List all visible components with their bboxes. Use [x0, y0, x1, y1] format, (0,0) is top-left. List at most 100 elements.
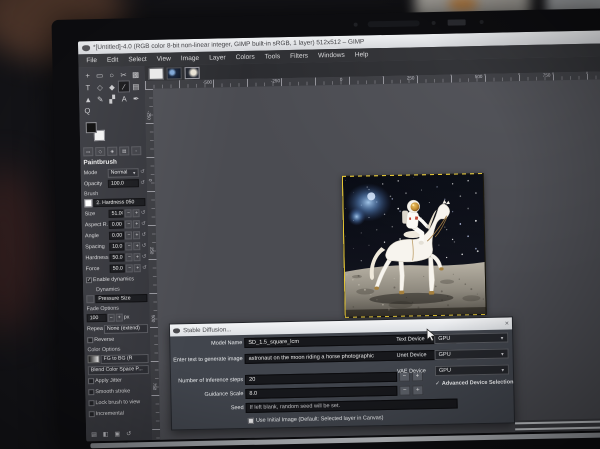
enable-dynamics-checkbox[interactable]: ✓ [86, 277, 92, 283]
seed-input[interactable] [246, 399, 458, 413]
gradient-dropdown[interactable]: FG to BG (R [101, 354, 149, 364]
foreground-color-swatch[interactable] [86, 122, 97, 133]
menu-colors[interactable]: Colors [232, 53, 259, 63]
smooth-stroke-checkbox[interactable] [88, 389, 94, 395]
opacity-slider[interactable]: 100.0 [108, 179, 140, 188]
reverse-checkbox[interactable] [87, 337, 93, 343]
reset-options-icon[interactable]: ↺ [126, 430, 131, 437]
menu-select[interactable]: Select [124, 55, 151, 65]
text-device-dropdown[interactable]: GPU ▼ [434, 332, 508, 344]
eraser-tool-icon[interactable]: ▤ [130, 80, 142, 92]
minus-icon[interactable]: − [399, 386, 410, 396]
minus-icon[interactable]: − [126, 253, 133, 261]
vae-device-dropdown[interactable]: GPU ▼ [435, 364, 509, 376]
smudge-tool-icon[interactable]: ▞ [106, 93, 118, 105]
dock-button-icon[interactable]: ◈ [107, 147, 117, 156]
use-initial-image-checkbox[interactable] [248, 418, 254, 424]
dock-button-icon[interactable]: ▫ [131, 146, 141, 155]
minus-icon[interactable]: − [108, 314, 115, 322]
menu-edit[interactable]: Edit [103, 56, 123, 65]
dock-button-icon[interactable]: ◇ [95, 147, 105, 156]
mode-reset-icon[interactable]: ↺ [140, 169, 145, 175]
mode-dropdown[interactable]: Normal▼ [108, 168, 140, 178]
plus-icon[interactable]: + [134, 264, 141, 272]
minus-icon[interactable]: − [125, 220, 132, 228]
brush-selector[interactable]: 2. Hardness 050 [93, 198, 145, 207]
rectangle-select-tool-icon[interactable]: ▭ [94, 69, 106, 81]
minus-icon[interactable]: − [125, 209, 132, 217]
ink-tool-icon[interactable]: ✒ [130, 92, 142, 104]
menu-filters[interactable]: Filters [286, 52, 312, 62]
save-options-icon[interactable]: ▤ [91, 431, 97, 438]
reset-icon[interactable]: ↺ [142, 265, 147, 271]
reset-icon[interactable]: ↺ [141, 232, 146, 238]
plus-icon[interactable]: + [134, 242, 141, 250]
delete-options-icon[interactable]: ▣ [114, 431, 120, 438]
crop-tool-icon[interactable]: ▩ [130, 68, 142, 80]
plus-icon[interactable]: + [133, 209, 140, 217]
text-tool-icon[interactable]: A [118, 92, 130, 104]
lock-brush-checkbox[interactable] [88, 400, 94, 406]
close-icon[interactable]: × [505, 320, 509, 327]
image-tab-active[interactable] [185, 66, 200, 78]
plus-icon[interactable]: + [412, 385, 423, 395]
plus-icon[interactable]: + [133, 220, 140, 228]
menu-tools[interactable]: Tools [261, 52, 285, 61]
free-select-tool-icon[interactable]: ○ [106, 69, 118, 81]
layer-selection-border[interactable] [342, 173, 487, 318]
color-swatches[interactable] [83, 119, 144, 144]
gradient-swatch[interactable] [88, 355, 100, 363]
bucket-fill-tool-icon[interactable]: ◆ [106, 81, 118, 93]
fade-unit[interactable]: px [124, 314, 130, 320]
dynamics-selector[interactable]: Pressure Size [95, 294, 147, 303]
scissors-tool-icon[interactable]: ✂ [118, 68, 130, 80]
dock-button-icon[interactable]: ▤ [119, 146, 129, 155]
repeat-dropdown[interactable]: None (extend) [104, 324, 148, 334]
restore-options-icon[interactable]: ◧ [103, 431, 109, 438]
airbrush-tool-icon[interactable]: ▲ [82, 93, 94, 105]
guidance-input[interactable] [245, 386, 397, 399]
steps-input[interactable] [245, 372, 397, 385]
reset-icon[interactable]: ↺ [141, 210, 146, 216]
angle-slider[interactable]: 0.00 [109, 231, 125, 239]
menu-image[interactable]: Image [177, 54, 204, 64]
plus-icon[interactable]: + [133, 231, 140, 239]
menu-help[interactable]: Help [351, 50, 373, 59]
menu-file[interactable]: File [82, 56, 101, 65]
apply-jitter-checkbox[interactable] [88, 378, 94, 384]
paintbrush-tool-icon[interactable]: ∕ [118, 80, 130, 92]
aspect-slider[interactable]: 0.00 [109, 220, 125, 228]
advanced-checkbox[interactable]: ✓ [435, 381, 440, 387]
fade-length-field[interactable]: 100 [87, 314, 107, 322]
gradient-tool-icon[interactable]: ◇ [94, 81, 106, 93]
opacity-reset-icon[interactable]: ↺ [140, 180, 145, 186]
menu-windows[interactable]: Windows [314, 51, 349, 61]
reset-icon[interactable]: ↺ [142, 254, 147, 260]
color-options-caption[interactable]: Color Options [87, 346, 148, 353]
reset-icon[interactable]: ↺ [141, 221, 146, 227]
unet-device-dropdown[interactable]: GPU ▼ [434, 348, 508, 360]
menu-view[interactable]: View [153, 54, 175, 63]
pencil-tool-icon[interactable]: ✎ [94, 93, 106, 105]
menu-layer[interactable]: Layer [205, 53, 230, 63]
scrollbar-thumb[interactable] [515, 426, 600, 430]
incremental-checkbox[interactable] [89, 411, 95, 417]
brush-thumbnail[interactable] [84, 199, 92, 207]
spacing-slider[interactable]: 10.0 [109, 242, 125, 250]
minus-icon[interactable]: − [126, 242, 133, 250]
horizontal-scrollbar[interactable] [515, 418, 600, 432]
image-tab[interactable] [167, 67, 182, 79]
image-tab[interactable] [149, 67, 164, 79]
minus-icon[interactable]: − [125, 231, 132, 239]
minus-icon[interactable]: − [126, 264, 133, 272]
reset-icon[interactable]: ↺ [142, 243, 147, 249]
plus-icon[interactable]: + [116, 314, 123, 322]
blend-color-space-dropdown[interactable]: Blend Color Space P... [88, 365, 149, 375]
transform-tool-icon[interactable]: T [82, 81, 94, 93]
zoom-tool-icon[interactable]: Q [82, 105, 143, 117]
plus-icon[interactable]: + [134, 253, 141, 261]
scrollbar-track[interactable] [515, 420, 600, 424]
dock-button-icon[interactable]: ▭ [83, 147, 93, 156]
force-slider[interactable]: 50.0 [110, 264, 126, 272]
move-tool-icon[interactable]: + [82, 69, 94, 81]
